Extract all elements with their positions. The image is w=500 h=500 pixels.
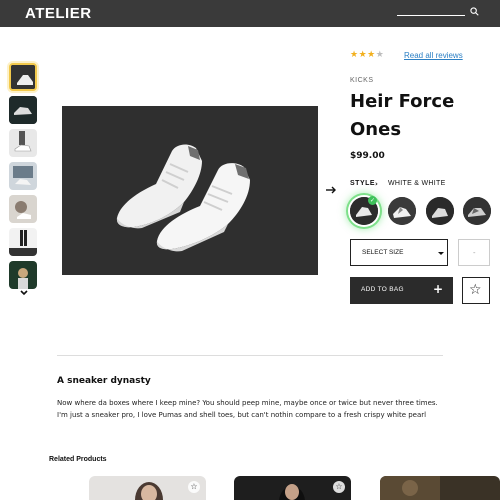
related-product-card[interactable]: ☆ — [89, 476, 206, 500]
check-icon: ✓ — [368, 196, 377, 205]
section-divider — [57, 355, 443, 356]
sneaker-thumbnail-icon — [11, 65, 35, 89]
sneaker-thumbnail-icon — [9, 162, 37, 190]
thumbnail-4[interactable] — [9, 162, 37, 190]
favorite-star-icon[interactable]: ☆ — [333, 481, 345, 493]
details-body: Now where da boxes where I keep mine? Yo… — [57, 399, 438, 419]
swatch-2[interactable] — [388, 197, 416, 225]
star-icon: ★ — [358, 50, 368, 60]
favorite-star-icon[interactable]: ☆ — [188, 481, 200, 493]
chevron-right-icon: › — [375, 180, 378, 188]
swatch-3[interactable] — [426, 197, 454, 225]
sneaker-thumbnail-icon — [9, 129, 37, 157]
add-to-bag-button[interactable]: ADD TO BAG + — [350, 277, 453, 304]
rating-stars: ★★★★ — [350, 50, 384, 60]
star-icon: ★ — [350, 50, 359, 60]
related-products-heading: Related Products — [49, 456, 107, 463]
thumbnail-7[interactable] — [9, 261, 37, 289]
sneaker-swatch-icon — [426, 197, 454, 225]
quantity-field[interactable]: - — [458, 239, 490, 266]
brand-logo[interactable]: ATELIER — [25, 5, 92, 22]
sneaker-thumbnail-icon — [9, 96, 37, 124]
sneaker-thumbnail-icon — [9, 195, 37, 223]
swatch-4[interactable] — [463, 197, 491, 225]
related-product-card[interactable]: ☆ — [234, 476, 351, 500]
star-outline-icon: ☆ — [469, 282, 482, 298]
thumbnail-5[interactable] — [9, 195, 37, 223]
main-product-image — [62, 106, 318, 275]
add-to-bag-label: ADD TO BAG — [361, 286, 404, 293]
read-all-reviews-link[interactable]: Read all reviews — [404, 51, 463, 60]
sneaker-swatch-icon — [463, 197, 491, 225]
top-navigation-bar: ATELIER — [0, 0, 500, 27]
size-select[interactable]: SELECT SIZE — [350, 239, 448, 266]
style-label: STYLE — [350, 180, 376, 187]
sneaker-thumbnail-icon — [9, 261, 37, 289]
thumbnail-1[interactable] — [9, 63, 37, 91]
search-icon[interactable] — [470, 7, 479, 16]
product-title: Heir Force Ones — [350, 91, 455, 140]
product-price: $99.00 — [350, 151, 385, 161]
chevron-down-icon[interactable] — [19, 289, 29, 297]
search-input[interactable] — [397, 15, 465, 16]
size-select-label: SELECT SIZE — [362, 249, 404, 256]
plus-icon: + — [433, 282, 444, 296]
thumbnail-3[interactable] — [9, 129, 37, 157]
sneaker-swatch-icon — [388, 197, 416, 225]
related-product-card[interactable] — [380, 476, 500, 500]
product-category: KICKS — [350, 77, 374, 84]
quantity-value: - — [473, 249, 476, 257]
sneaker-thumbnail-icon — [9, 228, 37, 256]
arrow-right-icon[interactable] — [325, 185, 337, 195]
caret-down-icon — [438, 252, 444, 255]
sneakers-photo — [62, 106, 318, 275]
favorite-button[interactable]: ☆ — [462, 277, 490, 304]
style-value: WHITE & WHITE — [388, 180, 446, 187]
details-heading: A sneaker dynasty — [57, 376, 151, 386]
thumbnail-6[interactable] — [9, 228, 37, 256]
thumbnail-2[interactable] — [9, 96, 37, 124]
star-empty-icon: ★ — [375, 50, 385, 60]
related-product-image — [380, 476, 500, 500]
star-icon: ★ — [367, 50, 376, 60]
